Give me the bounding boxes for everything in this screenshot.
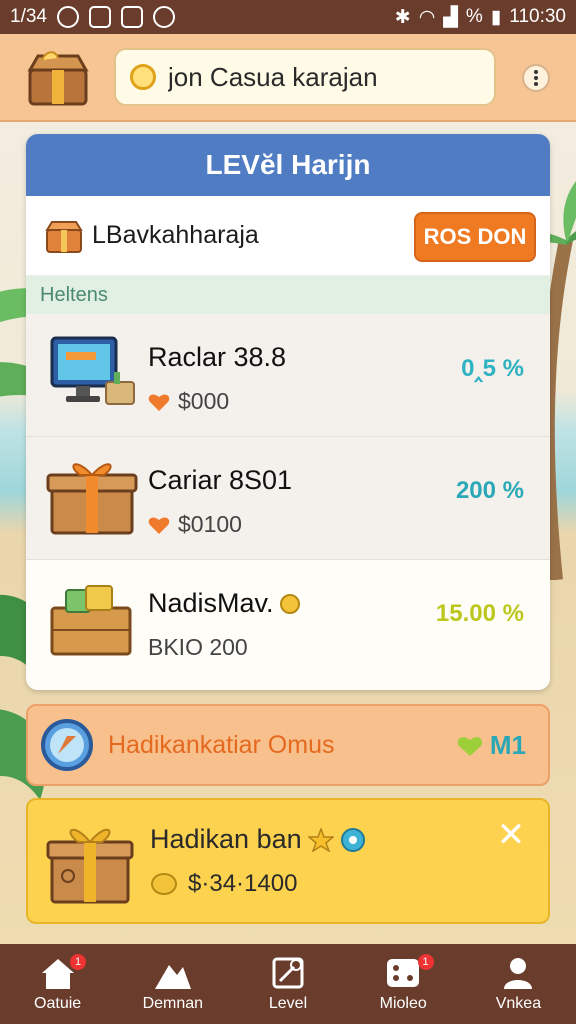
- search-box[interactable]: [114, 48, 496, 106]
- coin-stack-icon: [151, 873, 177, 895]
- signal-text: %: [465, 6, 483, 27]
- list-item[interactable]: Cariar 8S01 $0100 200 %: [26, 437, 550, 560]
- offer-card[interactable]: Hadikan ban $·34·1400 ✕: [26, 798, 550, 924]
- item-price: $0100: [148, 511, 242, 538]
- item-percent: 15.00 %: [435, 600, 524, 627]
- computer-icon: [50, 336, 135, 405]
- offer-price-value: $·34·1400: [188, 870, 298, 897]
- compass-icon: [41, 719, 93, 771]
- edit-icon: [272, 957, 304, 989]
- notification-icon: [56, 6, 79, 28]
- clock-right: 110:30: [509, 6, 566, 27]
- coin-icon: [130, 64, 156, 90]
- section-label: Heltens: [26, 276, 550, 314]
- nav-label: Oatuie: [34, 995, 82, 1012]
- item-name: NadisMav.: [148, 588, 274, 618]
- nav-label: Demnan: [142, 995, 204, 1012]
- gallery-icon: [88, 6, 111, 28]
- heart-icon: [148, 393, 170, 411]
- item-price-value: BKIO 200: [148, 634, 248, 660]
- treasure-chest-icon[interactable]: [24, 48, 92, 108]
- mail-icon: [120, 6, 143, 28]
- bottom-nav: 1 Oatuie Demnan Level 1 Mioleo Vnkea: [0, 944, 576, 1024]
- bluetooth-icon: ✱: [394, 6, 411, 28]
- nav-badge: 1: [417, 954, 434, 970]
- item-price: $000: [148, 388, 229, 415]
- nav-label: Mioleo: [379, 995, 427, 1012]
- chest-icon: [45, 220, 83, 253]
- nav-item-home[interactable]: 1 Oatuie: [0, 944, 115, 1024]
- app-bar: [0, 34, 576, 122]
- banner-badge: M1: [456, 730, 526, 761]
- search-input[interactable]: [168, 61, 468, 93]
- gem-icon: [279, 593, 300, 614]
- nav-badge: 1: [70, 954, 86, 970]
- sync-icon: [152, 6, 175, 28]
- nav-label: Level: [268, 995, 308, 1012]
- nav-item-profile[interactable]: Vnkea: [461, 944, 576, 1024]
- close-icon[interactable]: ✕: [496, 818, 526, 852]
- mountain-icon: [154, 965, 191, 989]
- gift-box-icon: [46, 463, 138, 535]
- list-item[interactable]: Raclar 38.8 $000 0‸5 %: [26, 314, 550, 437]
- gift-box-icon: [46, 829, 134, 904]
- offer-title: Hadikan ban: [150, 824, 366, 855]
- banner-badge-text: M1: [489, 730, 526, 760]
- level-panel: LEVĕl Harijn LBavkahharaja ROS DON Helte…: [26, 134, 550, 690]
- nav-item-level[interactable]: Level: [230, 944, 345, 1024]
- clock-left: 1/34: [10, 6, 47, 27]
- status-bar: 1/34 ✱ ◠ ▟ % ▮ 110:30: [0, 0, 576, 34]
- star-icon: [307, 827, 334, 852]
- panel-title: LEVĕl Harijn: [26, 134, 550, 196]
- promo-row: LBavkahharaja ROS DON: [26, 196, 550, 276]
- item-name: Cariar 8S01: [148, 465, 293, 495]
- promo-banner[interactable]: Hadikankatiar Omus M1: [26, 704, 550, 786]
- item-price-value: $000: [178, 388, 230, 414]
- money-crate-icon: [50, 585, 132, 656]
- wifi-icon: ◠: [418, 6, 436, 28]
- item-percent: 0‸5 %: [461, 355, 524, 382]
- item-percent: 200 %: [455, 477, 524, 504]
- banner-label: Hadikankatiar Omus: [108, 730, 335, 759]
- item-name: Raclar 38.8: [148, 342, 287, 372]
- nav-item-mioleo[interactable]: 1 Mioleo: [346, 944, 461, 1024]
- offer-title-text: Hadikan ban: [150, 824, 302, 854]
- more-options-icon[interactable]: [522, 64, 550, 92]
- nav-label: Vnkea: [495, 995, 542, 1012]
- item-name-wrap: NadisMav.: [148, 588, 300, 619]
- offer-price: $·34·1400: [150, 870, 297, 898]
- heart-icon: [148, 516, 170, 534]
- leaf-heart-icon: [457, 736, 483, 756]
- item-price-value: $0100: [178, 511, 242, 537]
- user-icon: [504, 958, 533, 989]
- badge-icon: [340, 827, 365, 852]
- nav-item-demnan[interactable]: Demnan: [115, 944, 230, 1024]
- battery-icon: ▮: [490, 6, 502, 28]
- promo-label: LBavkahharaja: [92, 221, 259, 249]
- list-item[interactable]: NadisMav. BKIO 200 15.00 %: [26, 560, 550, 690]
- item-price: BKIO 200: [148, 634, 248, 661]
- promo-button[interactable]: ROS DON: [414, 212, 536, 262]
- signal-icon: ▟: [443, 6, 458, 28]
